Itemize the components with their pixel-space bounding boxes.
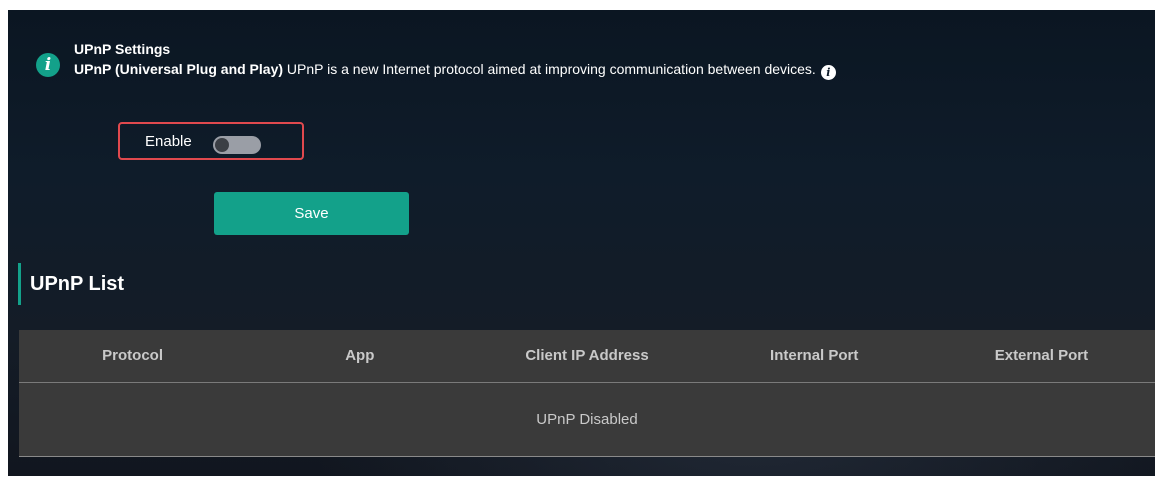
empty-message: UPnP Disabled <box>536 411 638 428</box>
info-desc-text: UPnP is a new Internet protocol aimed at… <box>283 61 816 77</box>
info-icon: i <box>36 53 60 77</box>
upnp-page: i UPnP Settings UPnP (Universal Plug and… <box>8 10 1155 476</box>
info-title: UPnP Settings <box>74 41 171 57</box>
upnp-list-title: UPnP List <box>30 273 125 295</box>
enable-toggle[interactable] <box>213 136 261 154</box>
upnp-table: Protocol App Client IP Address Internal … <box>19 330 1155 457</box>
enable-label: Enable <box>145 133 192 150</box>
section-accent-bar <box>18 263 21 305</box>
info-text: UPnP Settings UPnP (Universal Plug and P… <box>74 40 836 80</box>
info-banner: i UPnP Settings UPnP (Universal Plug and… <box>36 40 836 80</box>
column-header-app: App <box>345 347 375 364</box>
info-description: UPnP (Universal Plug and Play) UPnP is a… <box>74 60 836 80</box>
column-header-protocol: Protocol <box>102 347 164 364</box>
table-empty-row: UPnP Disabled <box>19 383 1155 457</box>
toggle-knob <box>215 138 229 152</box>
save-button[interactable]: Save <box>214 192 409 235</box>
column-header-client-ip: Client IP Address <box>525 347 649 364</box>
help-icon[interactable]: i <box>820 65 836 80</box>
table-header: Protocol App Client IP Address Internal … <box>19 330 1155 383</box>
column-header-external-port: External Port <box>994 347 1089 364</box>
info-desc-strong: UPnP (Universal Plug and Play) <box>74 61 284 77</box>
column-header-internal-port: Internal Port <box>770 347 859 364</box>
